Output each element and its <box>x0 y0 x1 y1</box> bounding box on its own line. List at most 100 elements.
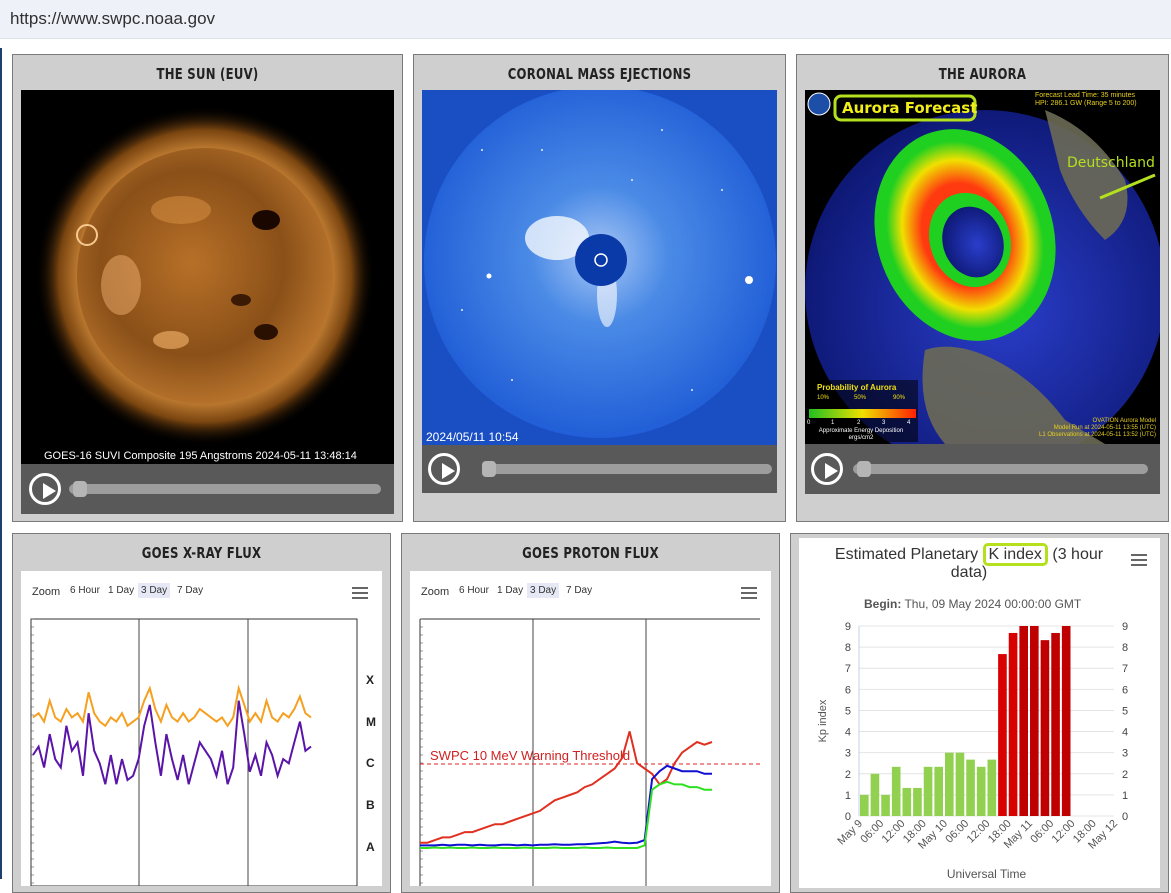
kp-bar <box>923 766 933 816</box>
kp-y-axis-title: Kp index <box>817 699 829 742</box>
sun-image-caption: GOES-16 SUVI Composite 195 Angstroms 202… <box>44 450 357 462</box>
sun-panel: THE SUN (EUV) GOES-16 SUVI Composite 195… <box>12 54 403 522</box>
kp-ytick-left: 4 <box>845 727 851 739</box>
aurora-legend-title: Probability of Aurora <box>817 383 897 392</box>
kp-xtick: 06:00 <box>1028 818 1056 846</box>
kp-ytick-right: 5 <box>1122 705 1128 717</box>
play-icon[interactable] <box>811 453 843 485</box>
xray-series-line <box>32 700 312 785</box>
aurora-panel-title: THE AURORA <box>938 65 1027 83</box>
sun-player-bar <box>21 464 394 514</box>
kp-ytick-right: 0 <box>1122 811 1128 823</box>
xray-series-line <box>32 684 312 728</box>
cme-coronagraph-image[interactable]: 2024/05/11 10:54 <box>422 90 777 445</box>
kp-ytick-left: 9 <box>845 621 851 633</box>
kp-panel: Estimated Planetary K index (3 hour data… <box>790 533 1169 893</box>
kp-bar <box>955 752 965 816</box>
address-bar[interactable]: https://www.swpc.noaa.gov <box>0 0 1171 39</box>
aurora-model-info: OVATION Aurora Model <box>1092 418 1156 424</box>
play-icon[interactable] <box>428 453 460 485</box>
kp-ytick-right: 3 <box>1122 748 1128 760</box>
kp-ytick-right: 4 <box>1122 727 1128 739</box>
kp-xtick: 12:00 <box>880 818 908 846</box>
kp-bar <box>881 794 890 816</box>
kp-bar <box>987 759 997 816</box>
kp-ytick-left: 7 <box>845 663 851 675</box>
xray-plot: X M C B A <box>30 618 376 886</box>
kp-bar <box>902 787 912 816</box>
kp-bar <box>976 766 986 816</box>
aurora-country-label: Deutschland <box>1067 155 1155 171</box>
xray-class-label: X <box>366 673 374 687</box>
aurora-hpi: HPI: 286.1 GW (Range 5 to 200) <box>1035 100 1137 107</box>
kp-ytick-left: 8 <box>845 642 851 654</box>
aurora-observations: L1 Observations at 2024-05-11 13:52 (UTC… <box>1039 432 1156 438</box>
kp-plot: 0 01 12 23 34 45 56 67 78 89 9Kp indexMay 906:0012… <box>817 621 1128 881</box>
kp-bar <box>1061 626 1071 816</box>
proton-threshold-label: SWPC 10 MeV Warning Threshold <box>430 748 630 763</box>
xray-class-label: M <box>366 715 376 729</box>
proton-panel-title: GOES PROTON FLUX <box>522 544 659 562</box>
cme-svg <box>422 90 777 445</box>
aurora-forecast-image[interactable]: Aurora Forecast Forecast Lead Time: 35 m… <box>805 90 1160 444</box>
sun-panel-title: THE SUN (EUV) <box>156 65 259 83</box>
kp-bar <box>913 787 922 816</box>
kp-bar <box>966 759 975 816</box>
sun-svg <box>35 106 375 446</box>
page-left-border <box>0 48 2 879</box>
proton-panel: GOES PROTON FLUX Zoom 6 Hour 1 Day 3 Day… <box>401 533 780 893</box>
xray-panel-title: GOES X-RAY FLUX <box>141 544 262 562</box>
xray-class-label: B <box>366 798 375 812</box>
proton-chart: Zoom 6 Hour 1 Day 3 Day 7 Day SWPC 10 Me… <box>410 571 771 886</box>
kp-bar <box>1040 640 1050 816</box>
sun-timeline-slider[interactable] <box>69 484 381 494</box>
kp-bar <box>860 794 869 816</box>
cme-slider-handle[interactable] <box>482 461 496 477</box>
kp-bar <box>998 654 1007 816</box>
kp-ytick-right: 9 <box>1122 621 1128 633</box>
sun-euv-image[interactable]: GOES-16 SUVI Composite 195 Angstroms 202… <box>21 90 394 464</box>
play-icon[interactable] <box>29 473 61 505</box>
url-text[interactable]: https://www.swpc.noaa.gov <box>10 9 215 29</box>
aurora-panel: THE AURORA Aurora Forecast Forecast Lead… <box>796 54 1169 522</box>
cme-panel: CORONAL MASS EJECTIONS 2024/05/11 10:54 <box>413 54 786 522</box>
aurora-legend-units: Approximate Energy Deposition ergs/cm2 <box>818 428 904 441</box>
xray-class-label: A <box>366 840 375 854</box>
kp-xtick: 06:00 <box>858 818 886 846</box>
proton-series-line <box>420 780 712 850</box>
xray-class-label: C <box>366 756 375 770</box>
aurora-timeline-slider[interactable] <box>853 464 1148 474</box>
aurora-model-run: Model Run at 2024-05-11 13:55 (UTC) <box>1053 425 1156 431</box>
kp-xtick: 12:00 <box>965 818 993 846</box>
kp-bar <box>1051 632 1060 816</box>
kp-ytick-left: 6 <box>845 684 851 696</box>
aurora-lead-time: Forecast Lead Time: 35 minutes <box>1035 92 1135 99</box>
kp-ytick-right: 1 <box>1122 790 1128 802</box>
cme-panel-title: CORONAL MASS EJECTIONS <box>507 65 692 83</box>
kp-ytick-right: 8 <box>1122 642 1128 654</box>
aurora-player-bar <box>805 444 1160 494</box>
kp-xtick: 12:00 <box>1050 818 1078 846</box>
kp-bar <box>945 752 954 816</box>
proton-plot: SWPC 10 MeV Warning Threshold <box>419 618 760 886</box>
kp-bar <box>1008 632 1018 816</box>
kp-bar <box>1019 626 1028 816</box>
kp-bar <box>934 766 943 816</box>
kp-ytick-left: 5 <box>845 705 851 717</box>
xray-panel: GOES X-RAY FLUX Zoom 6 Hour 1 Day 3 Day … <box>12 533 391 893</box>
sun-slider-handle[interactable] <box>73 481 87 497</box>
kp-ytick-left: 1 <box>845 790 851 802</box>
kp-xtick: 06:00 <box>943 818 971 846</box>
kp-ytick-left: 2 <box>845 769 851 781</box>
kp-bar <box>1030 626 1039 816</box>
aurora-slider-handle[interactable] <box>857 461 871 477</box>
kp-ytick-left: 0 <box>845 811 851 823</box>
kp-ytick-right: 2 <box>1122 769 1128 781</box>
cme-player-bar <box>422 445 777 493</box>
xray-chart: Zoom 6 Hour 1 Day 3 Day 7 Day XMCBA <box>21 571 382 886</box>
kp-chart: Estimated Planetary K index (3 hour data… <box>799 538 1160 888</box>
cme-timeline-slider[interactable] <box>482 464 772 474</box>
kp-ytick-right: 6 <box>1122 684 1128 696</box>
kp-bar <box>891 766 901 816</box>
kp-ytick-left: 3 <box>845 748 851 760</box>
